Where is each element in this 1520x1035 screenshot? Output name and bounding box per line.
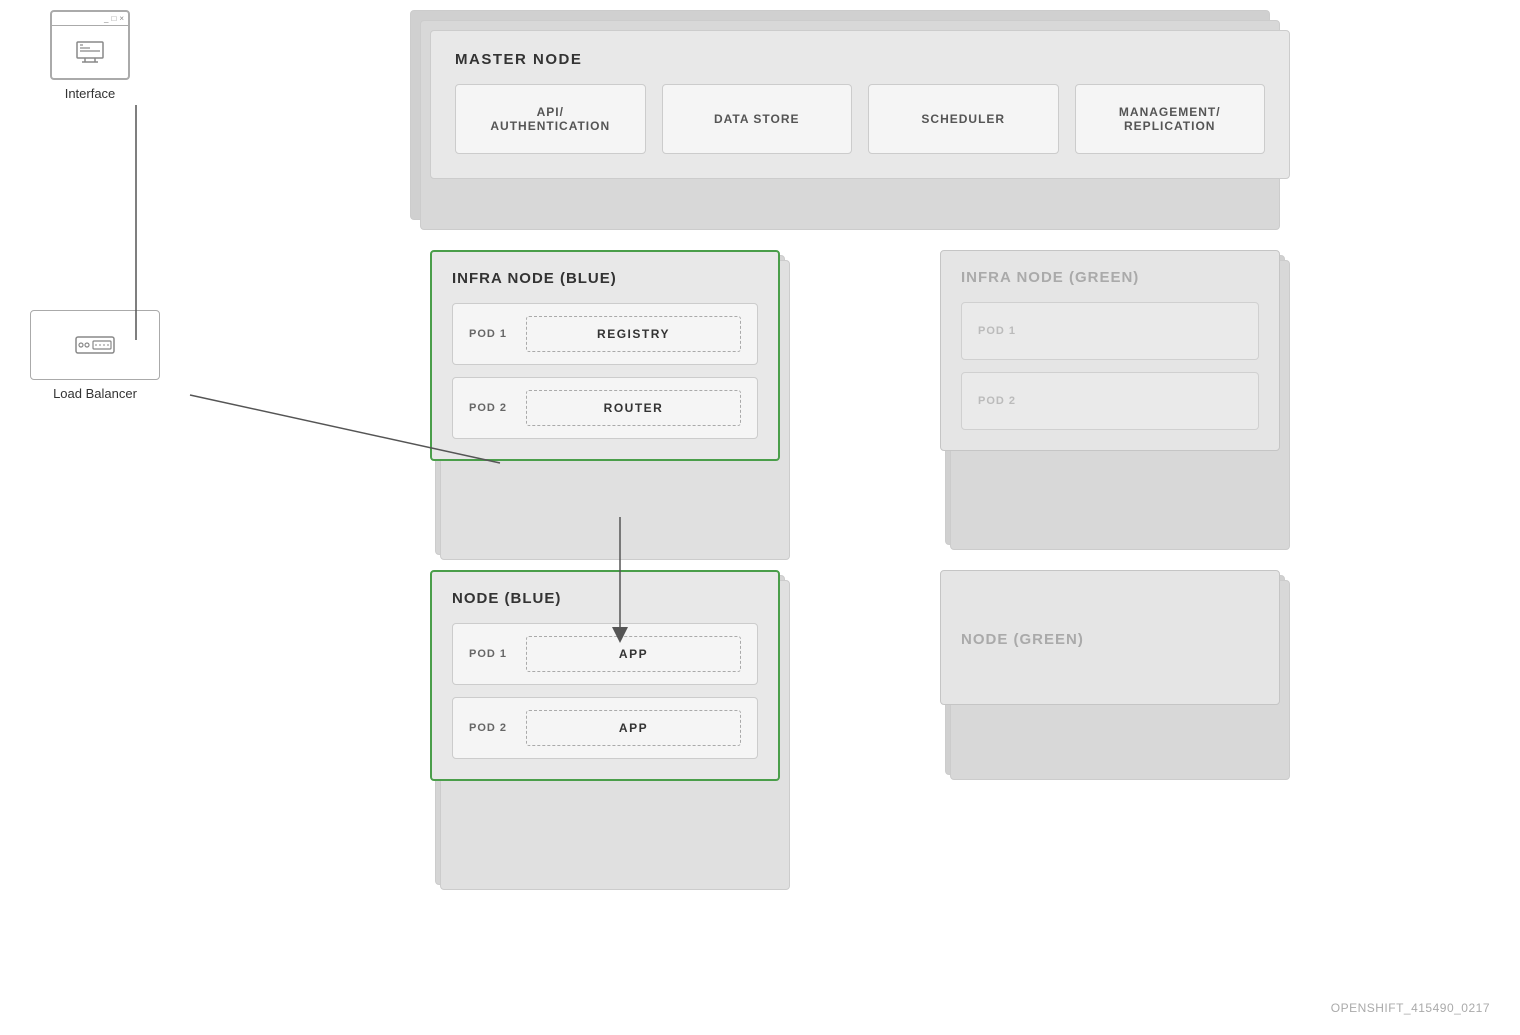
infra-node-blue-wrapper: INFRA NODE (BLUE) POD 1 REGISTRY POD 2 R… <box>430 250 780 461</box>
node-blue-pod1-component: APP <box>526 636 741 672</box>
infra-node-green: INFRA NODE (GREEN) POD 1 POD 2 <box>940 250 1280 451</box>
infra-node-blue: INFRA NODE (BLUE) POD 1 REGISTRY POD 2 R… <box>430 250 780 461</box>
node-blue: NODE (BLUE) POD 1 APP POD 2 APP <box>430 570 780 781</box>
infra-blue-pod2-label: POD 2 <box>469 402 514 414</box>
infra-node-blue-title: INFRA NODE (BLUE) <box>452 270 758 287</box>
infra-blue-pod2-component: ROUTER <box>526 390 741 426</box>
infra-green-pod1-row: POD 1 <box>961 302 1259 360</box>
node-blue-title: NODE (BLUE) <box>452 590 758 607</box>
master-component-api: API/AUTHENTICATION <box>455 84 646 154</box>
node-blue-pod1-label: POD 1 <box>469 648 514 660</box>
master-component-management: MANAGEMENT/REPLICATION <box>1075 84 1266 154</box>
load-balancer-icon <box>30 310 160 380</box>
interface-label: Interface <box>65 86 116 101</box>
node-blue-pod2-row: POD 2 APP <box>452 697 758 759</box>
infra-blue-pod1-row: POD 1 REGISTRY <box>452 303 758 365</box>
infra-blue-pod1-label: POD 1 <box>469 328 514 340</box>
master-node: MASTER NODE API/AUTHENTICATION DATA STOR… <box>430 30 1290 179</box>
node-green-title: NODE (GREEN) <box>961 631 1259 648</box>
infra-node-green-wrapper: INFRA NODE (GREEN) POD 1 POD 2 <box>940 250 1280 451</box>
infra-green-pod2-row: POD 2 <box>961 372 1259 430</box>
master-components: API/AUTHENTICATION DATA STORE SCHEDULER … <box>455 84 1265 154</box>
infra-blue-pod2-row: POD 2 ROUTER <box>452 377 758 439</box>
load-balancer-label: Load Balancer <box>53 386 137 401</box>
infra-green-pod2-label: POD 2 <box>978 395 1016 407</box>
node-green-wrapper: NODE (GREEN) <box>940 570 1280 705</box>
node-blue-pod2-label: POD 2 <box>469 722 514 734</box>
infra-blue-pod1-component: REGISTRY <box>526 316 741 352</box>
node-blue-pod1-row: POD 1 APP <box>452 623 758 685</box>
node-green: NODE (GREEN) <box>940 570 1280 705</box>
master-component-datastore: DATA STORE <box>662 84 853 154</box>
master-node-title: MASTER NODE <box>455 51 1265 68</box>
master-component-scheduler: SCHEDULER <box>868 84 1059 154</box>
node-blue-pod2-component: APP <box>526 710 741 746</box>
infra-node-green-title: INFRA NODE (GREEN) <box>961 269 1259 286</box>
diagram-container: _□× Interface <box>0 0 1520 1035</box>
node-blue-wrapper: NODE (BLUE) POD 1 APP POD 2 APP <box>430 570 780 781</box>
watermark: OPENSHIFT_415490_0217 <box>1331 1001 1490 1015</box>
infra-green-pod1-label: POD 1 <box>978 325 1016 337</box>
load-balancer-box: Load Balancer <box>30 310 160 401</box>
interface-icon: _□× <box>50 10 130 80</box>
interface-box: _□× Interface <box>50 10 130 101</box>
